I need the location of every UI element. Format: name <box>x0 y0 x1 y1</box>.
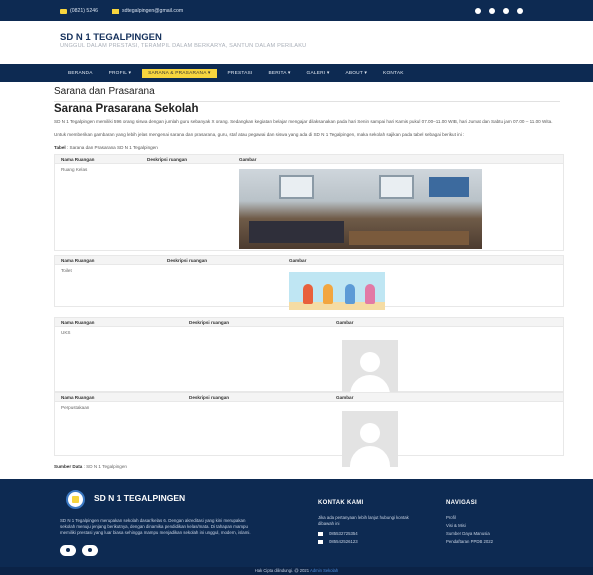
data-source: Sumber Data : SD N 1 Tegalpingen <box>54 464 127 469</box>
contact-note: Jika ada pertanyaan lebih lanjut hubungi… <box>318 515 409 526</box>
col-name-header: Nama Ruangan <box>61 258 95 263</box>
nav-kontak[interactable]: KONTAK <box>375 64 412 82</box>
room-table: Nama Ruangan Deskripsi ruangan Gambar To… <box>54 255 564 310</box>
photo-detail <box>249 221 344 243</box>
nav-prestasi[interactable]: PRESTASI <box>220 64 261 82</box>
topbar-phone[interactable]: (0821) 5246 <box>60 8 98 14</box>
illustration-detail <box>365 284 375 304</box>
col-name-header: Nama Ruangan <box>61 320 95 325</box>
top-bar: (0821) 5246 sdtegalpingen@gmail.com <box>0 0 593 21</box>
site-header: SD N 1 TEGALPINGEN UNGGUL DALAM PRESTASI… <box>0 21 593 64</box>
contact-phone-text: 085532725354 <box>329 531 358 536</box>
table-header: Nama Ruangan Deskripsi ruangan Gambar <box>55 155 563 164</box>
contact-phone-2-text: 085542526123 <box>329 539 358 544</box>
instagram-icon[interactable] <box>475 8 481 14</box>
topbar-phone-text: (0821) 5246 <box>70 8 98 14</box>
site-tagline: UNGGUL DALAM PRESTASI, TERAMPIL DALAM BE… <box>60 43 307 49</box>
topbar-email[interactable]: sdtegalpingen@gmail.com <box>111 8 184 14</box>
contact-phone-2[interactable]: 085542526123 <box>318 539 358 544</box>
intro-paragraph: SD N 1 Tegalpingen memiliki 596 orang si… <box>54 119 553 124</box>
footer-social <box>60 545 98 556</box>
photo-detail <box>379 175 414 199</box>
nav-berita[interactable]: BERITA ▾ <box>260 64 298 82</box>
room-name: Ruang Kelas <box>61 167 88 172</box>
illustration-detail <box>303 284 313 304</box>
classroom-photo <box>239 169 482 249</box>
col-img-header: Gambar <box>336 320 354 325</box>
col-name-header: Nama Ruangan <box>61 395 95 400</box>
instagram-icon[interactable] <box>60 545 76 556</box>
room-table: Nama Ruangan Deskripsi ruangan Gambar UK… <box>54 317 564 396</box>
twitter-icon[interactable] <box>517 8 523 14</box>
source-label: Sumber Data <box>54 464 83 469</box>
intro-paragraph-2: Untuk memberikan gambaran yang lebih jel… <box>54 132 465 137</box>
phone-icon <box>60 8 67 14</box>
image-placeholder <box>342 411 398 467</box>
table-header: Nama Ruangan Deskripsi ruangan Gambar <box>55 318 563 327</box>
footer-link-ppdb[interactable]: Pendaftaran PPDB 2022 <box>446 538 493 546</box>
col-img-header: Gambar <box>239 157 257 162</box>
facebook-icon[interactable] <box>489 8 495 14</box>
main-nav: BERANDA PROFIL ▾ SARANA & PRASARANA ▾ PR… <box>0 64 593 82</box>
table-header: Nama Ruangan Deskripsi ruangan Gambar <box>55 256 563 265</box>
col-desc-header: Deskripsi ruangan <box>167 258 208 263</box>
twitter-icon[interactable] <box>82 545 98 556</box>
youtube-icon[interactable] <box>503 8 509 14</box>
site-footer: SD N 1 TEGALPINGEN SD N 1 Tegalpingen me… <box>0 479 593 575</box>
copyright-bar: Hak Cipta dilindungi. @ 2021 Admin Sekol… <box>0 567 593 575</box>
col-desc-header: Deskripsi ruangan <box>147 157 188 162</box>
col-img-header: Gambar <box>289 258 307 263</box>
col-name-header: Nama Ruangan <box>61 157 95 162</box>
room-name: UKS <box>61 330 71 335</box>
col-img-header: Gambar <box>336 395 354 400</box>
toilet-illustration <box>289 272 385 310</box>
room-name: Perpustakaan <box>61 405 90 410</box>
nav-sarana-prasarana[interactable]: SARANA & PRASARANA ▾ <box>142 68 217 78</box>
photo-detail <box>349 231 469 245</box>
placeholder-head <box>360 423 380 443</box>
nav-profil[interactable]: PROFIL ▾ <box>101 64 140 82</box>
nav-about[interactable]: ABOUT ▾ <box>337 64 375 82</box>
footer-title: SD N 1 TEGALPINGEN <box>94 493 186 503</box>
image-placeholder <box>342 340 398 396</box>
mail-icon <box>111 8 119 14</box>
section-title: Sarana Prasarana Sekolah <box>54 103 199 115</box>
footer-link-sdm[interactable]: Sumber Daya Manusia <box>446 530 493 538</box>
copyright-text: Hak Cipta dilindungi. @ 2021 <box>254 568 310 573</box>
footer-link-profil[interactable]: Profil <box>446 514 493 522</box>
room-table: Nama Ruangan Deskripsi ruangan Gambar Ru… <box>54 154 564 251</box>
divider <box>54 101 560 102</box>
col-desc-header: Deskripsi ruangan <box>189 320 230 325</box>
table-caption-label: Tabel <box>54 145 66 150</box>
page-title: Sarana dan Prasarana <box>54 86 155 97</box>
school-logo <box>66 490 85 509</box>
photo-detail <box>279 175 314 199</box>
room-table: Nama Ruangan Deskripsi ruangan Gambar Pe… <box>54 392 564 467</box>
table-caption: Tabel : Sarana dan Prasarana SD N 1 Tega… <box>54 145 158 150</box>
footer-description: SD N 1 Tegalpingen merupakan sekolah das… <box>60 518 251 535</box>
col-desc-header: Deskripsi ruangan <box>189 395 230 400</box>
illustration-detail <box>323 284 333 304</box>
mail-icon <box>318 539 323 544</box>
nav-beranda[interactable]: BERANDA <box>60 64 101 82</box>
contact-phone[interactable]: 085532725354 <box>318 531 358 536</box>
placeholder-head <box>360 352 380 372</box>
table-caption-text: : Sarana dan Prasarana SD N 1 Tegalpinge… <box>66 145 158 150</box>
placeholder-body <box>350 446 390 467</box>
phone-icon <box>318 531 323 536</box>
navigation-heading: NAVIGASI <box>446 500 477 506</box>
source-text: : SD N 1 Tegalpingen <box>83 464 127 469</box>
topbar-email-text: sdtegalpingen@gmail.com <box>121 8 184 14</box>
room-name: Toilet <box>61 268 72 273</box>
table-header: Nama Ruangan Deskripsi ruangan Gambar <box>55 393 563 402</box>
nav-galeri[interactable]: GALERI ▾ <box>299 64 338 82</box>
copyright-link[interactable]: Admin Sekolah <box>310 568 338 573</box>
footer-nav: Profil Visi & Misi Sumber Daya Manusia P… <box>446 514 493 546</box>
illustration-detail <box>345 284 355 304</box>
footer-link-visi-misi[interactable]: Visi & Misi <box>446 522 493 530</box>
site-title[interactable]: SD N 1 TEGALPINGEN <box>60 32 162 43</box>
photo-detail <box>429 177 469 197</box>
contact-heading: KONTAK KAMI <box>318 500 364 506</box>
